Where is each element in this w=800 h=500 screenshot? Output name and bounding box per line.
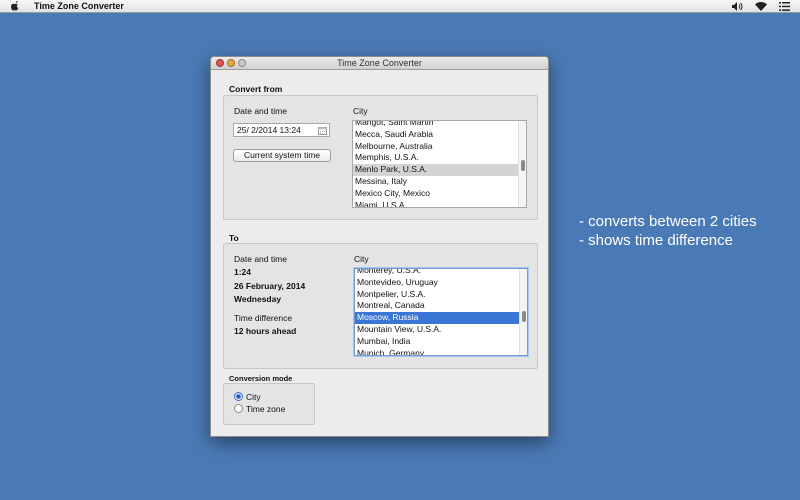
from-city-scroll-thumb[interactable] (521, 160, 525, 171)
from-city-list[interactable]: Marigot, Saint Martin Mecca, Saudi Arabia… (352, 120, 527, 208)
from-city-label: City (353, 106, 368, 116)
to-city-rows: Monterey, U.S.A. Montevideo, Uruguay Montp… (355, 269, 519, 355)
to-city-label: City (354, 254, 369, 264)
time-difference-value: 12 hours ahead (234, 326, 297, 336)
current-system-time-button[interactable]: Current system time (233, 149, 331, 162)
apple-menu-icon[interactable] (10, 1, 20, 12)
feature-note-1: - converts between 2 cities (579, 213, 757, 230)
from-city-scrollbar[interactable] (518, 121, 526, 207)
radio-time-zone-label[interactable]: Time zone (246, 404, 285, 414)
city-list-item[interactable]: Munich, Germany (355, 348, 519, 355)
convert-from-group: Date and time 25/ 2/2014 13:24 Current s… (223, 95, 538, 220)
radio-city[interactable] (234, 392, 243, 401)
city-list-item[interactable]: Marigot, Saint Martin (353, 121, 518, 129)
from-city-rows: Marigot, Saint Martin Mecca, Saudi Arabia… (353, 121, 518, 207)
list-icon[interactable] (779, 2, 790, 11)
to-weekday-value: Wednesday (234, 294, 282, 304)
radio-time-zone[interactable] (234, 404, 243, 413)
to-date-label: Date and time (234, 254, 287, 264)
to-city-list[interactable]: Monterey, U.S.A. Montevideo, Uruguay Montp… (354, 268, 528, 356)
app-window: Time Zone Converter Convert from Date an… (210, 56, 549, 437)
city-list-item[interactable]: Messina, Italy (353, 176, 518, 188)
city-list-item[interactable]: Monterey, U.S.A. (355, 269, 519, 277)
city-list-item[interactable]: Mountain View, U.S.A. (355, 324, 519, 336)
app-menu-name[interactable]: Time Zone Converter (34, 1, 124, 11)
calendar-icon[interactable] (318, 126, 327, 138)
from-date-label: Date and time (234, 106, 287, 116)
city-list-item[interactable]: Melbourne, Australia (353, 141, 518, 153)
minimize-window-icon[interactable] (227, 59, 235, 67)
city-list-item[interactable]: Montevideo, Uruguay (355, 277, 519, 289)
window-titlebar[interactable]: Time Zone Converter (211, 57, 548, 70)
conversion-mode-title: Conversion mode (229, 374, 293, 383)
volume-icon[interactable] (732, 2, 743, 11)
to-date-value: 26 February, 2014 (234, 281, 306, 291)
city-list-item[interactable]: Montreal, Canada (355, 300, 519, 312)
to-title: To (229, 233, 239, 243)
city-list-item[interactable]: Miami, U.S.A. (353, 200, 518, 207)
conversion-mode-group: City Time zone (223, 383, 315, 425)
city-list-item[interactable]: Memphis, U.S.A. (353, 152, 518, 164)
convert-from-title: Convert from (229, 84, 283, 94)
feature-note-2: - shows time difference (579, 232, 733, 249)
to-group: Date and time 1:24 26 February, 2014 Wed… (223, 243, 538, 369)
menu-bar: Time Zone Converter (0, 0, 800, 13)
zoom-window-icon[interactable] (238, 59, 246, 67)
window-title: Time Zone Converter (337, 58, 422, 68)
city-list-item[interactable]: Mecca, Saudi Arabia (353, 129, 518, 141)
from-date-field[interactable]: 25/ 2/2014 13:24 (233, 123, 330, 137)
close-window-icon[interactable] (216, 59, 224, 67)
from-date-value: 25/ 2/2014 13:24 (237, 125, 301, 135)
city-list-item[interactable]: Mexico City, Mexico (353, 188, 518, 200)
radio-city-label[interactable]: City (246, 392, 261, 402)
to-time-value: 1:24 (234, 267, 252, 277)
wifi-icon[interactable] (755, 2, 767, 11)
city-list-item[interactable]: Menlo Park, U.S.A. (353, 164, 518, 176)
city-list-item[interactable]: Montpelier, U.S.A. (355, 289, 519, 301)
to-city-scroll-thumb[interactable] (522, 311, 526, 322)
to-city-scrollbar[interactable] (519, 269, 527, 355)
time-difference-label: Time difference (234, 313, 293, 323)
city-list-item[interactable]: Mumbai, India (355, 336, 519, 348)
city-list-item[interactable]: Moscow, Russia (355, 312, 519, 324)
